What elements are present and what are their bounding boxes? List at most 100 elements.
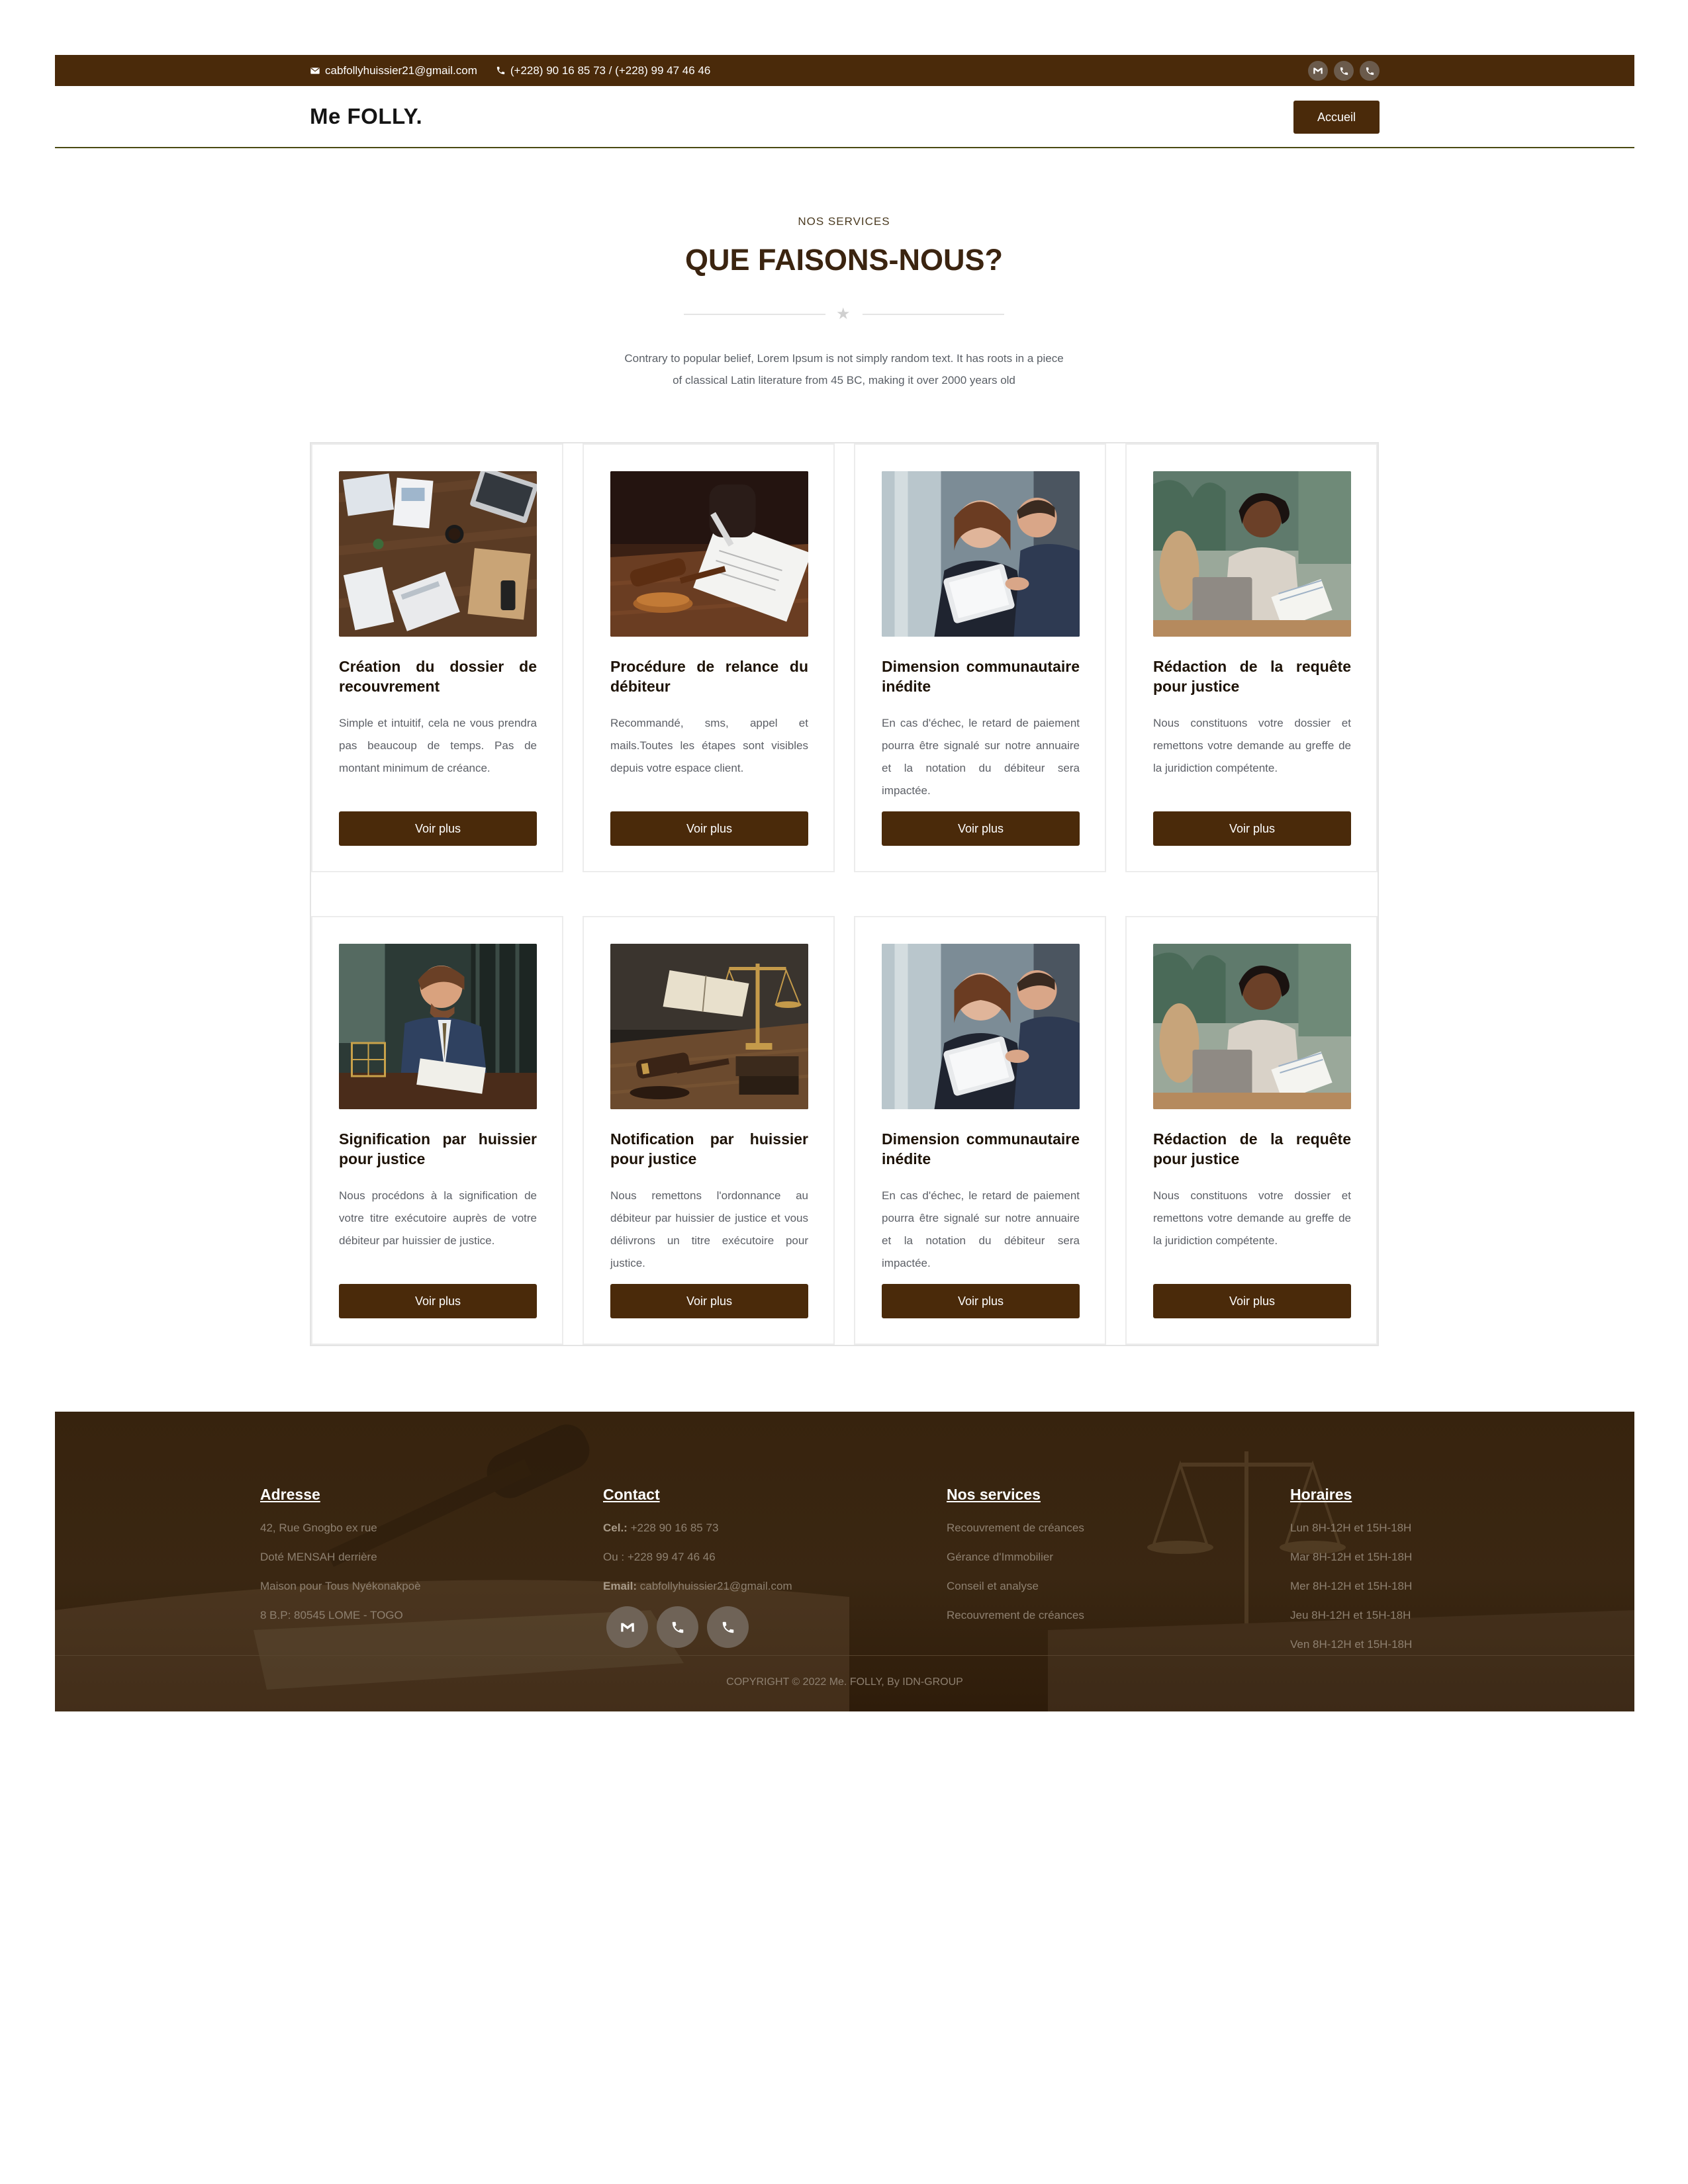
lawyer-writing-photo <box>339 944 537 1109</box>
section-title: QUE FAISONS-NOUS? <box>684 243 1004 277</box>
footer-address-title: Adresse <box>260 1486 320 1503</box>
top-phone[interactable]: (+228) 90 16 85 73 / (+228) 99 47 46 46 <box>496 64 710 77</box>
brand-logo[interactable]: Me FOLLY. <box>310 104 422 129</box>
voir-plus-button[interactable]: Voir plus <box>1153 1284 1351 1318</box>
service-card: Dimension communautaire inédite En cas d… <box>854 443 1106 872</box>
voir-plus-button[interactable]: Voir plus <box>1153 811 1351 846</box>
gmail-link[interactable] <box>1308 61 1328 81</box>
gmail-icon <box>619 1619 636 1636</box>
top-phone-text: (+228) 90 16 85 73 / (+228) 99 47 46 46 <box>510 64 711 77</box>
footer-services: Nos services Recouvrement de créances Gé… <box>947 1484 1225 1630</box>
cel-value: +228 90 16 85 73 <box>630 1522 719 1534</box>
card-title: Dimension communautaire inédite <box>882 1130 1080 1167</box>
card-text: Nous constituons votre dossier et remett… <box>1153 1189 1351 1247</box>
phone-link-2[interactable] <box>1360 61 1380 81</box>
card-text: En cas d'échec, le retard de paiement po… <box>882 1189 1080 1269</box>
card-title: Rédaction de la requête pour justice <box>1153 658 1351 695</box>
section-kicker: NOS SERVICES <box>798 215 890 228</box>
footer-service-link[interactable]: Recouvrement de créances <box>947 1514 1225 1543</box>
phone-icon <box>721 1620 735 1635</box>
card-text: Nous procédons à la signification de vot… <box>339 1189 537 1247</box>
card-text: Nous constituons votre dossier et remett… <box>1153 717 1351 774</box>
phone-icon <box>1365 66 1375 76</box>
service-card: Rédaction de la requête pour justice Nou… <box>1125 916 1378 1345</box>
card-title: Rédaction de la requête pour justice <box>1153 1130 1351 1167</box>
gavel-signing-photo <box>610 471 808 637</box>
copyright-text: COPYRIGHT © 2022 Me. FOLLY, By IDN-GROUP <box>726 1676 963 1688</box>
service-card: Rédaction de la requête pour justice Nou… <box>1125 443 1378 872</box>
address-line: Doté MENSAH derrière <box>260 1551 377 1563</box>
footer-service-link[interactable]: Gérance d'Immobilier <box>947 1543 1225 1572</box>
footer-gmail-link[interactable] <box>606 1606 648 1648</box>
card-text: Nous remettons l'ordonnance au débiteur … <box>610 1189 808 1269</box>
card-text: Recommandé, sms, appel et mails.Toutes l… <box>610 717 808 774</box>
service-card: Signification par huissier pour justice … <box>311 916 563 1345</box>
contact-alt-phone[interactable]: Ou : +228 99 47 46 46 <box>603 1543 881 1572</box>
phone-icon <box>671 1620 685 1635</box>
voir-plus-button[interactable]: Voir plus <box>882 1284 1080 1318</box>
card-text: Simple et intuitif, cela ne vous prendra… <box>339 717 537 774</box>
card-title: Signification par huissier pour justice <box>339 1130 537 1167</box>
hours-line: Jeu 8H-12H et 15H-18H <box>1290 1609 1411 1621</box>
top-social-links <box>1308 61 1380 81</box>
title-divider: ★ <box>684 304 1004 324</box>
divider-line-left <box>684 314 825 315</box>
office-desk-photo <box>339 471 537 637</box>
phone-icon <box>496 66 506 75</box>
business-meeting-photo <box>882 471 1080 637</box>
footer-divider <box>55 1655 1634 1656</box>
address-line: 42, Rue Gnogbo ex rue <box>260 1522 377 1534</box>
footer-service-link[interactable]: Recouvrement de créances <box>947 1601 1225 1630</box>
star-icon: ★ <box>836 305 851 323</box>
top-contact-info: cabfollyhuissier21@gmail.com (+228) 90 1… <box>310 55 710 86</box>
footer-services-title: Nos services <box>947 1486 1041 1503</box>
business-meeting-photo <box>882 944 1080 1109</box>
footer-contact-title: Contact <box>603 1486 660 1503</box>
mail-icon <box>310 66 320 76</box>
phone-link-1[interactable] <box>1334 61 1354 81</box>
card-title: Procédure de relance du débiteur <box>610 658 808 695</box>
top-email[interactable]: cabfollyhuissier21@gmail.com <box>310 64 477 77</box>
voir-plus-button[interactable]: Voir plus <box>610 811 808 846</box>
footer-phone-link-2[interactable] <box>707 1606 749 1648</box>
card-text: En cas d'échec, le retard de paiement po… <box>882 717 1080 797</box>
voir-plus-button[interactable]: Voir plus <box>339 1284 537 1318</box>
footer-address: Adresse 42, Rue Gnogbo ex rue Doté MENSA… <box>260 1484 538 1630</box>
top-email-text: cabfollyhuissier21@gmail.com <box>325 64 477 77</box>
navbar: Me FOLLY. Accueil <box>55 86 1634 148</box>
voir-plus-button[interactable]: Voir plus <box>882 811 1080 846</box>
service-card: Notification par huissier pour justice N… <box>583 916 835 1345</box>
footer: Adresse 42, Rue Gnogbo ex rue Doté MENSA… <box>55 1412 1634 1711</box>
section-description: Contrary to popular belief, Lorem Ipsum … <box>624 352 1064 387</box>
divider-line-right <box>863 314 1004 315</box>
cel-label: Cel.: <box>603 1522 628 1534</box>
footer-hours: Horaires Lun 8H-12H et 15H-18H Mar 8H-12… <box>1290 1484 1568 1659</box>
hours-line: Mar 8H-12H et 15H-18H <box>1290 1551 1413 1563</box>
top-bar: cabfollyhuissier21@gmail.com (+228) 90 1… <box>55 55 1634 86</box>
contact-cel[interactable]: Cel.: +228 90 16 85 73 <box>603 1514 881 1543</box>
footer-contact: Contact Cel.: +228 90 16 85 73 Ou : +228… <box>603 1484 881 1648</box>
phone-icon <box>1339 66 1349 76</box>
card-title: Dimension communautaire inédite <box>882 658 1080 695</box>
address-line: Maison pour Tous Nyékonakpoè <box>260 1580 421 1592</box>
gmail-icon <box>1312 65 1324 77</box>
hours-line: Lun 8H-12H et 15H-18H <box>1290 1522 1412 1534</box>
card-title: Notification par huissier pour justice <box>610 1130 808 1167</box>
email-label: Email: <box>603 1580 637 1592</box>
email-value: cabfollyhuissier21@gmail.com <box>639 1580 792 1592</box>
scales-gavel-photo <box>610 944 808 1109</box>
contact-email[interactable]: Email: cabfollyhuissier21@gmail.com <box>603 1572 881 1601</box>
woman-laptop-photo <box>1153 944 1351 1109</box>
footer-hours-title: Horaires <box>1290 1486 1352 1503</box>
voir-plus-button[interactable]: Voir plus <box>610 1284 808 1318</box>
voir-plus-button[interactable]: Voir plus <box>339 811 537 846</box>
footer-phone-link-1[interactable] <box>657 1606 698 1648</box>
service-card: Procédure de relance du débiteur Recomma… <box>583 443 835 872</box>
hours-line: Mer 8H-12H et 15H-18H <box>1290 1580 1413 1592</box>
footer-service-link[interactable]: Conseil et analyse <box>947 1572 1225 1601</box>
woman-laptop-photo <box>1153 471 1351 637</box>
service-card: Création du dossier de recouvrement Simp… <box>311 443 563 872</box>
service-card: Dimension communautaire inédite En cas d… <box>854 916 1106 1345</box>
accueil-button[interactable]: Accueil <box>1293 101 1380 134</box>
address-line: 8 B.P: 80545 LOME - TOGO <box>260 1609 403 1621</box>
